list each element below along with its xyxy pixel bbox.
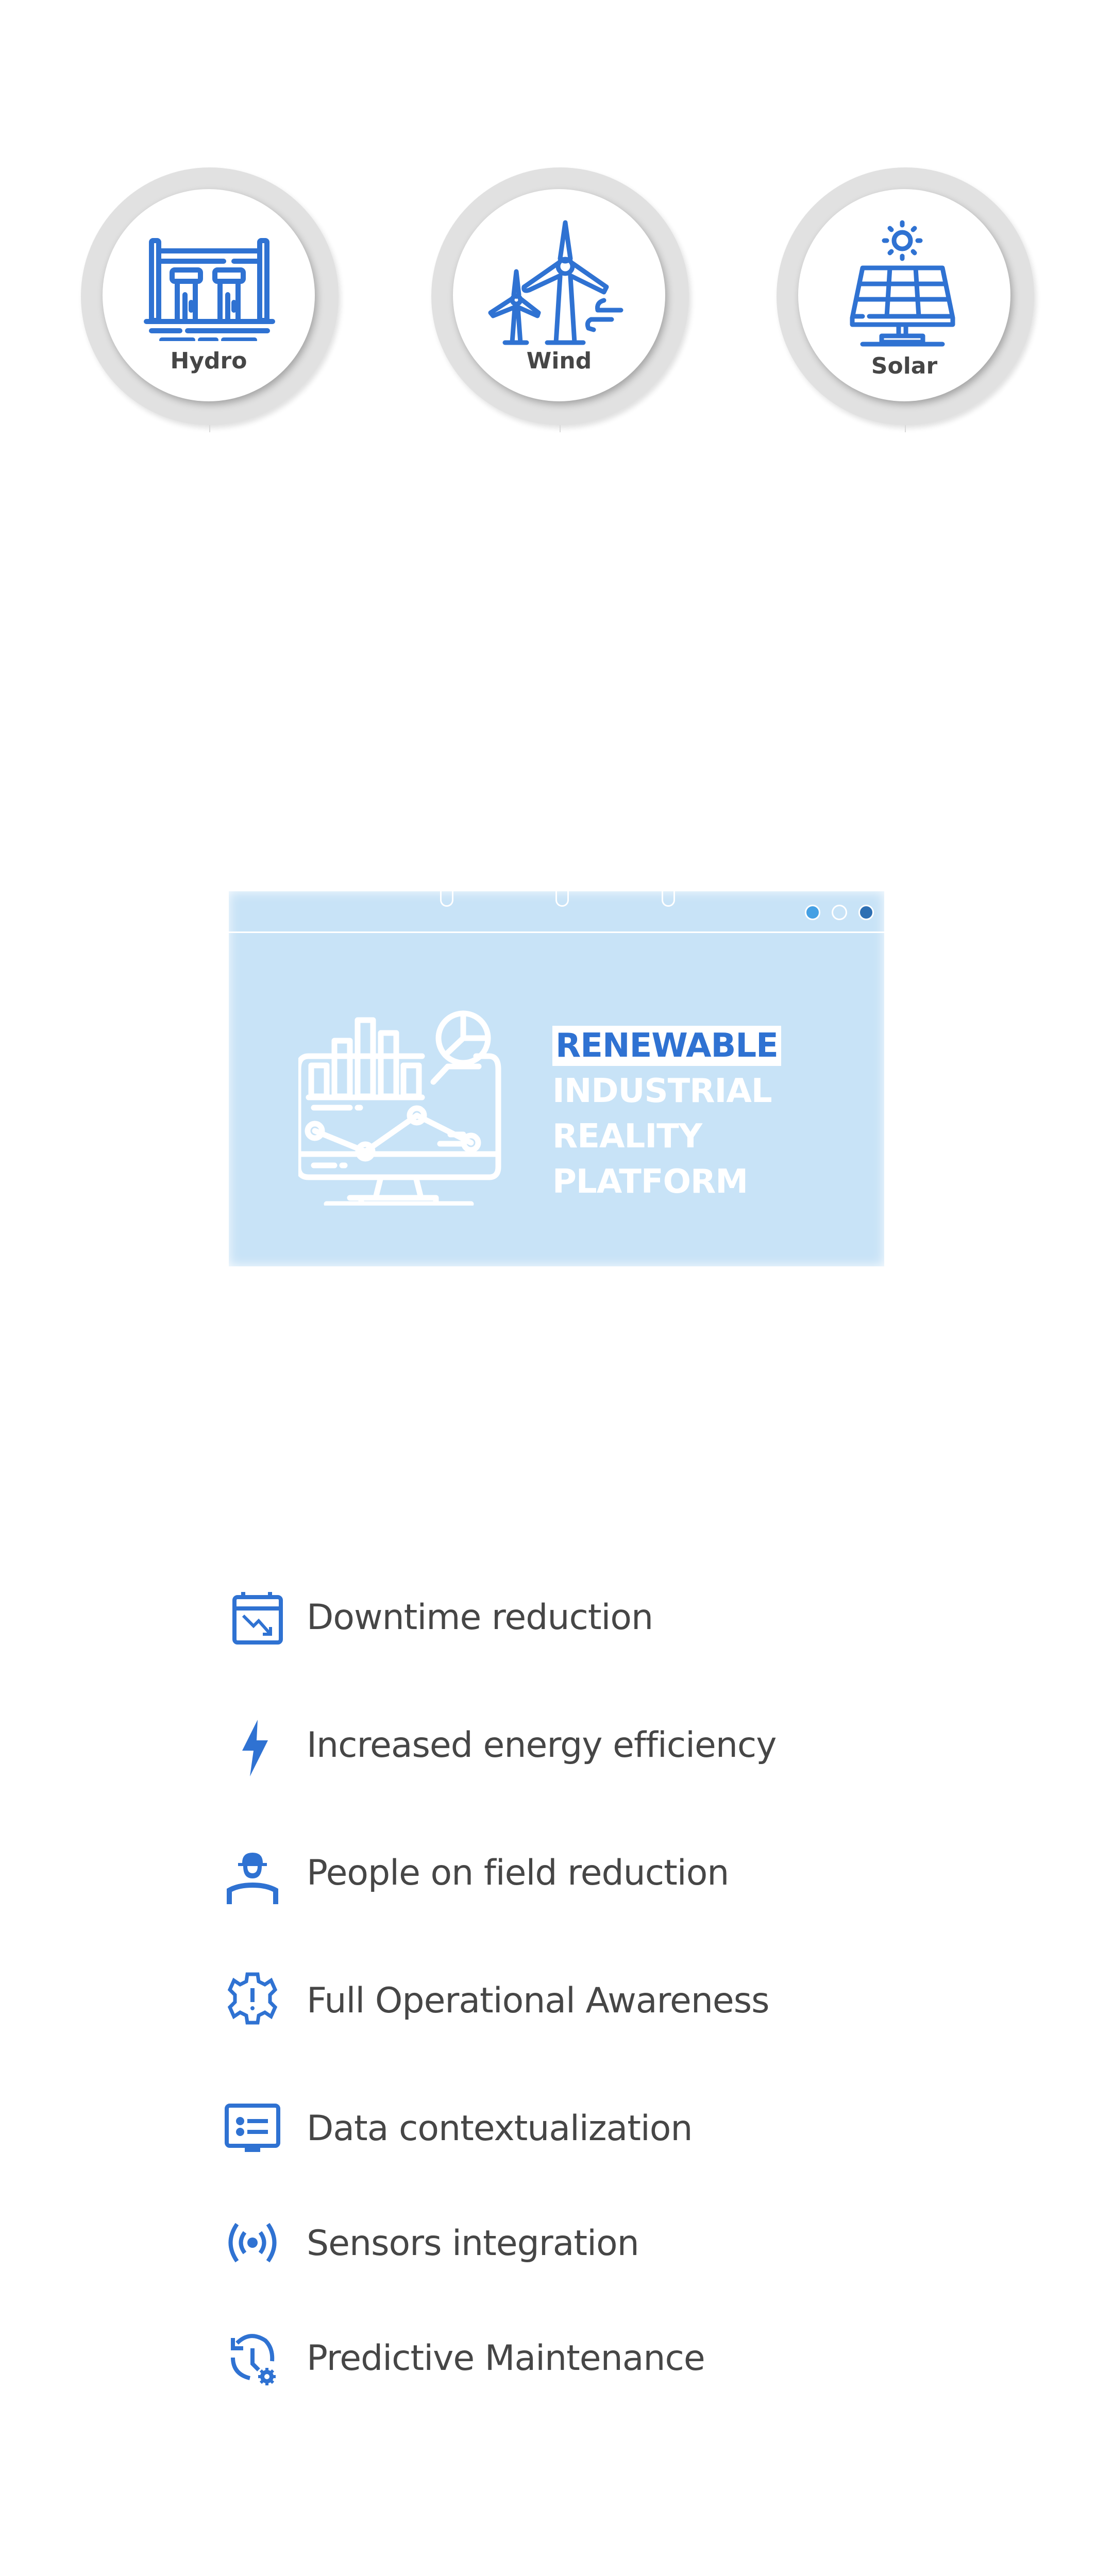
- banner-hook: [440, 891, 453, 907]
- banner-title-line: PLATFORM: [552, 1163, 748, 1201]
- energy-card-hydro[interactable]: Hydro: [81, 167, 339, 432]
- carousel-dot[interactable]: [832, 905, 847, 920]
- lightning-bolt-icon: [242, 1720, 268, 1776]
- feature-item: Increased energy efficiency: [222, 1709, 891, 1776]
- banner-title-highlight: RENEWABLE: [552, 1023, 781, 1069]
- energy-card-wind[interactable]: Wind: [431, 167, 689, 432]
- monitor-analytics-icon: [298, 1010, 501, 1206]
- feature-item: People on field reduction: [222, 1837, 891, 1904]
- wind-turbine-icon: [488, 220, 623, 345]
- feature-label: Data contextualization: [307, 2108, 693, 2149]
- feature-label: Predictive Maintenance: [307, 2338, 705, 2379]
- feature-item: Full Operational Awareness: [222, 1965, 891, 2027]
- feature-item: Data contextualization: [222, 2093, 891, 2155]
- sensor-signal-icon: [228, 2223, 277, 2263]
- banner-hook: [555, 891, 569, 907]
- energy-card-inner: Hydro: [103, 189, 315, 401]
- carousel-dot[interactable]: [805, 905, 820, 920]
- feature-label: Full Operational Awareness: [307, 1980, 770, 2021]
- monitor-list-icon: [225, 2104, 280, 2152]
- feature-item: Downtime reduction: [222, 1582, 891, 1645]
- feature-label: Sensors integration: [307, 2223, 639, 2264]
- banner-title: RENEWABLE INDUSTRIAL REALITY PLATFORM: [552, 1023, 781, 1205]
- banner-hook: [662, 891, 675, 907]
- solar-panel-icon: [850, 220, 955, 347]
- card-connector: [560, 425, 561, 432]
- feature-label: People on field reduction: [307, 1853, 729, 1893]
- feature-item: Predictive Maintenance: [222, 2323, 891, 2385]
- calendar-trend-down-icon: [232, 1592, 283, 1645]
- card-connector: [209, 425, 210, 432]
- hydro-dam-icon: [144, 238, 275, 341]
- hero-banner: RENEWABLE INDUSTRIAL REALITY PLATFORM: [229, 891, 884, 1266]
- feature-item: Sensors integration: [222, 2208, 891, 2269]
- banner-title-line: INDUSTRIAL: [552, 1072, 772, 1110]
- feature-label: Downtime reduction: [307, 1597, 653, 1638]
- gear-alert-icon: [227, 1972, 278, 2025]
- card-connector: [905, 425, 906, 432]
- energy-card-inner: Solar: [798, 189, 1010, 401]
- carousel-dots: [805, 905, 874, 920]
- energy-label: Hydro: [170, 348, 247, 374]
- worker-helmet-icon: [227, 1853, 278, 1904]
- banner-title-line: REALITY: [552, 1117, 702, 1156]
- energy-card-inner: Wind: [453, 189, 665, 401]
- energy-card-solar[interactable]: Solar: [777, 167, 1034, 432]
- energy-label: Wind: [526, 348, 592, 374]
- carousel-dot-active[interactable]: [858, 905, 874, 920]
- feature-label: Increased energy efficiency: [307, 1725, 777, 1766]
- history-gear-icon: [231, 2334, 276, 2385]
- banner-divider: [229, 931, 884, 933]
- energy-label: Solar: [871, 353, 938, 379]
